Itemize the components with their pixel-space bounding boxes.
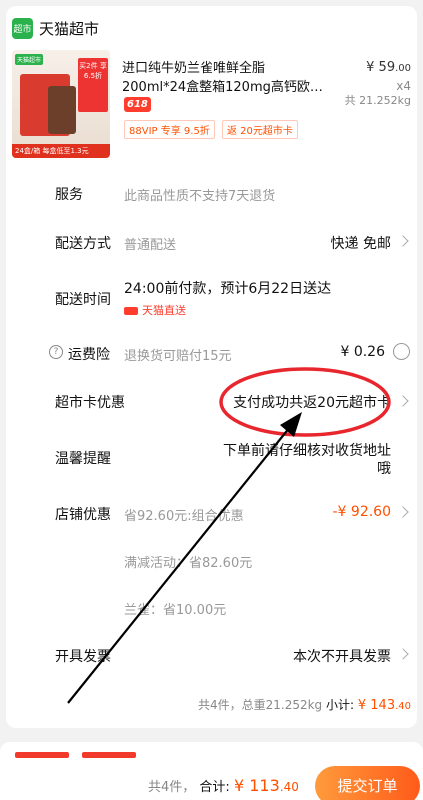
tmall-supermarket-icon: 超市 [12, 18, 33, 39]
shop-discount-label: 店铺优惠 [55, 507, 111, 523]
store-name: 天猫超市 [39, 20, 100, 38]
total-summary: 共4件， 合计: ¥ 113.40 [148, 776, 299, 795]
lanque-discount-value: 兰雀：省10.00元 [124, 603, 227, 618]
shop-discount-value: 省92.60元:组合优惠 [124, 509, 244, 524]
delivery-method[interactable]: 快递 免邮 [331, 233, 391, 253]
product-title[interactable]: 进口纯牛奶兰雀唯鲜全脂200ml*24盒整箱120mg高钙欧… [122, 59, 327, 97]
supermarket-card-value[interactable]: 支付成功共返20元超市卡 [233, 392, 391, 412]
tmall-cat-icon [124, 307, 138, 315]
product-image-discount: 买2件 享 6.5折 [78, 58, 108, 112]
delivery-time-label: 配送时间 [55, 292, 111, 308]
bottom-tab-indicator [15, 752, 69, 758]
reminder-label: 温馨提醒 [55, 451, 111, 467]
invoice-label: 开具发票 [55, 649, 111, 665]
reminder-value-line2: 哦 [377, 461, 391, 477]
freight-insurance-label: 运费险 [68, 347, 110, 363]
supermarket-card-label: 超市卡优惠 [55, 395, 125, 411]
delivery-time-value: 24:00前付款，预计6月22日送达 [124, 281, 332, 297]
product-image-strip: 24盒/箱 每盒低至1.3元 ¥30.4 [12, 144, 110, 158]
question-icon[interactable]: ? [49, 345, 63, 359]
freight-insurance-price: ¥ 0.26 [340, 344, 385, 360]
service-value: 此商品性质不支持7天退货 [124, 189, 276, 204]
card-rebate-tag: 返 20元超市卡 [222, 120, 298, 139]
reminder-value: 下单前请仔细核对收货地址 [223, 443, 391, 459]
store-header[interactable]: 超市 天猫超市 [12, 18, 99, 39]
product-image[interactable]: 天猫超市 买2件 享 6.5折 24盒/箱 每盒低至1.3元 ¥30.4 [12, 50, 110, 158]
submit-order-button[interactable]: 提交订单 [315, 766, 420, 800]
bottom-tab-indicator [82, 752, 136, 758]
shop-discount-price: -¥ 92.60 [332, 504, 392, 520]
service-label: 服务 [55, 187, 83, 203]
promo-618-badge: 618 [124, 97, 151, 112]
product-image-badge: 天猫超市 [15, 54, 44, 65]
vip-discount-tag: 88VIP 专享 9.5折 [124, 120, 215, 139]
product-quantity: x4 [396, 79, 411, 93]
invoice-value[interactable]: 本次不开具发票 [293, 646, 391, 666]
product-weight: 共 21.252kg [344, 94, 411, 107]
tmall-direct-badge: 天猫直送 [124, 302, 186, 318]
milk-box-side-icon [48, 86, 76, 134]
order-summary: 共4件，总重21.252kg 小计: ¥ 143.40 [197, 698, 411, 713]
freight-insurance-value: 退换货可赔付15元 [124, 349, 232, 364]
product-price: ¥ 59.00 [366, 60, 411, 75]
delivery-value: 普通配送 [124, 238, 177, 253]
freight-insurance-radio[interactable] [393, 343, 410, 360]
full-reduction-value: 满减活动：省82.60元 [124, 556, 253, 571]
delivery-label: 配送方式 [55, 236, 111, 252]
